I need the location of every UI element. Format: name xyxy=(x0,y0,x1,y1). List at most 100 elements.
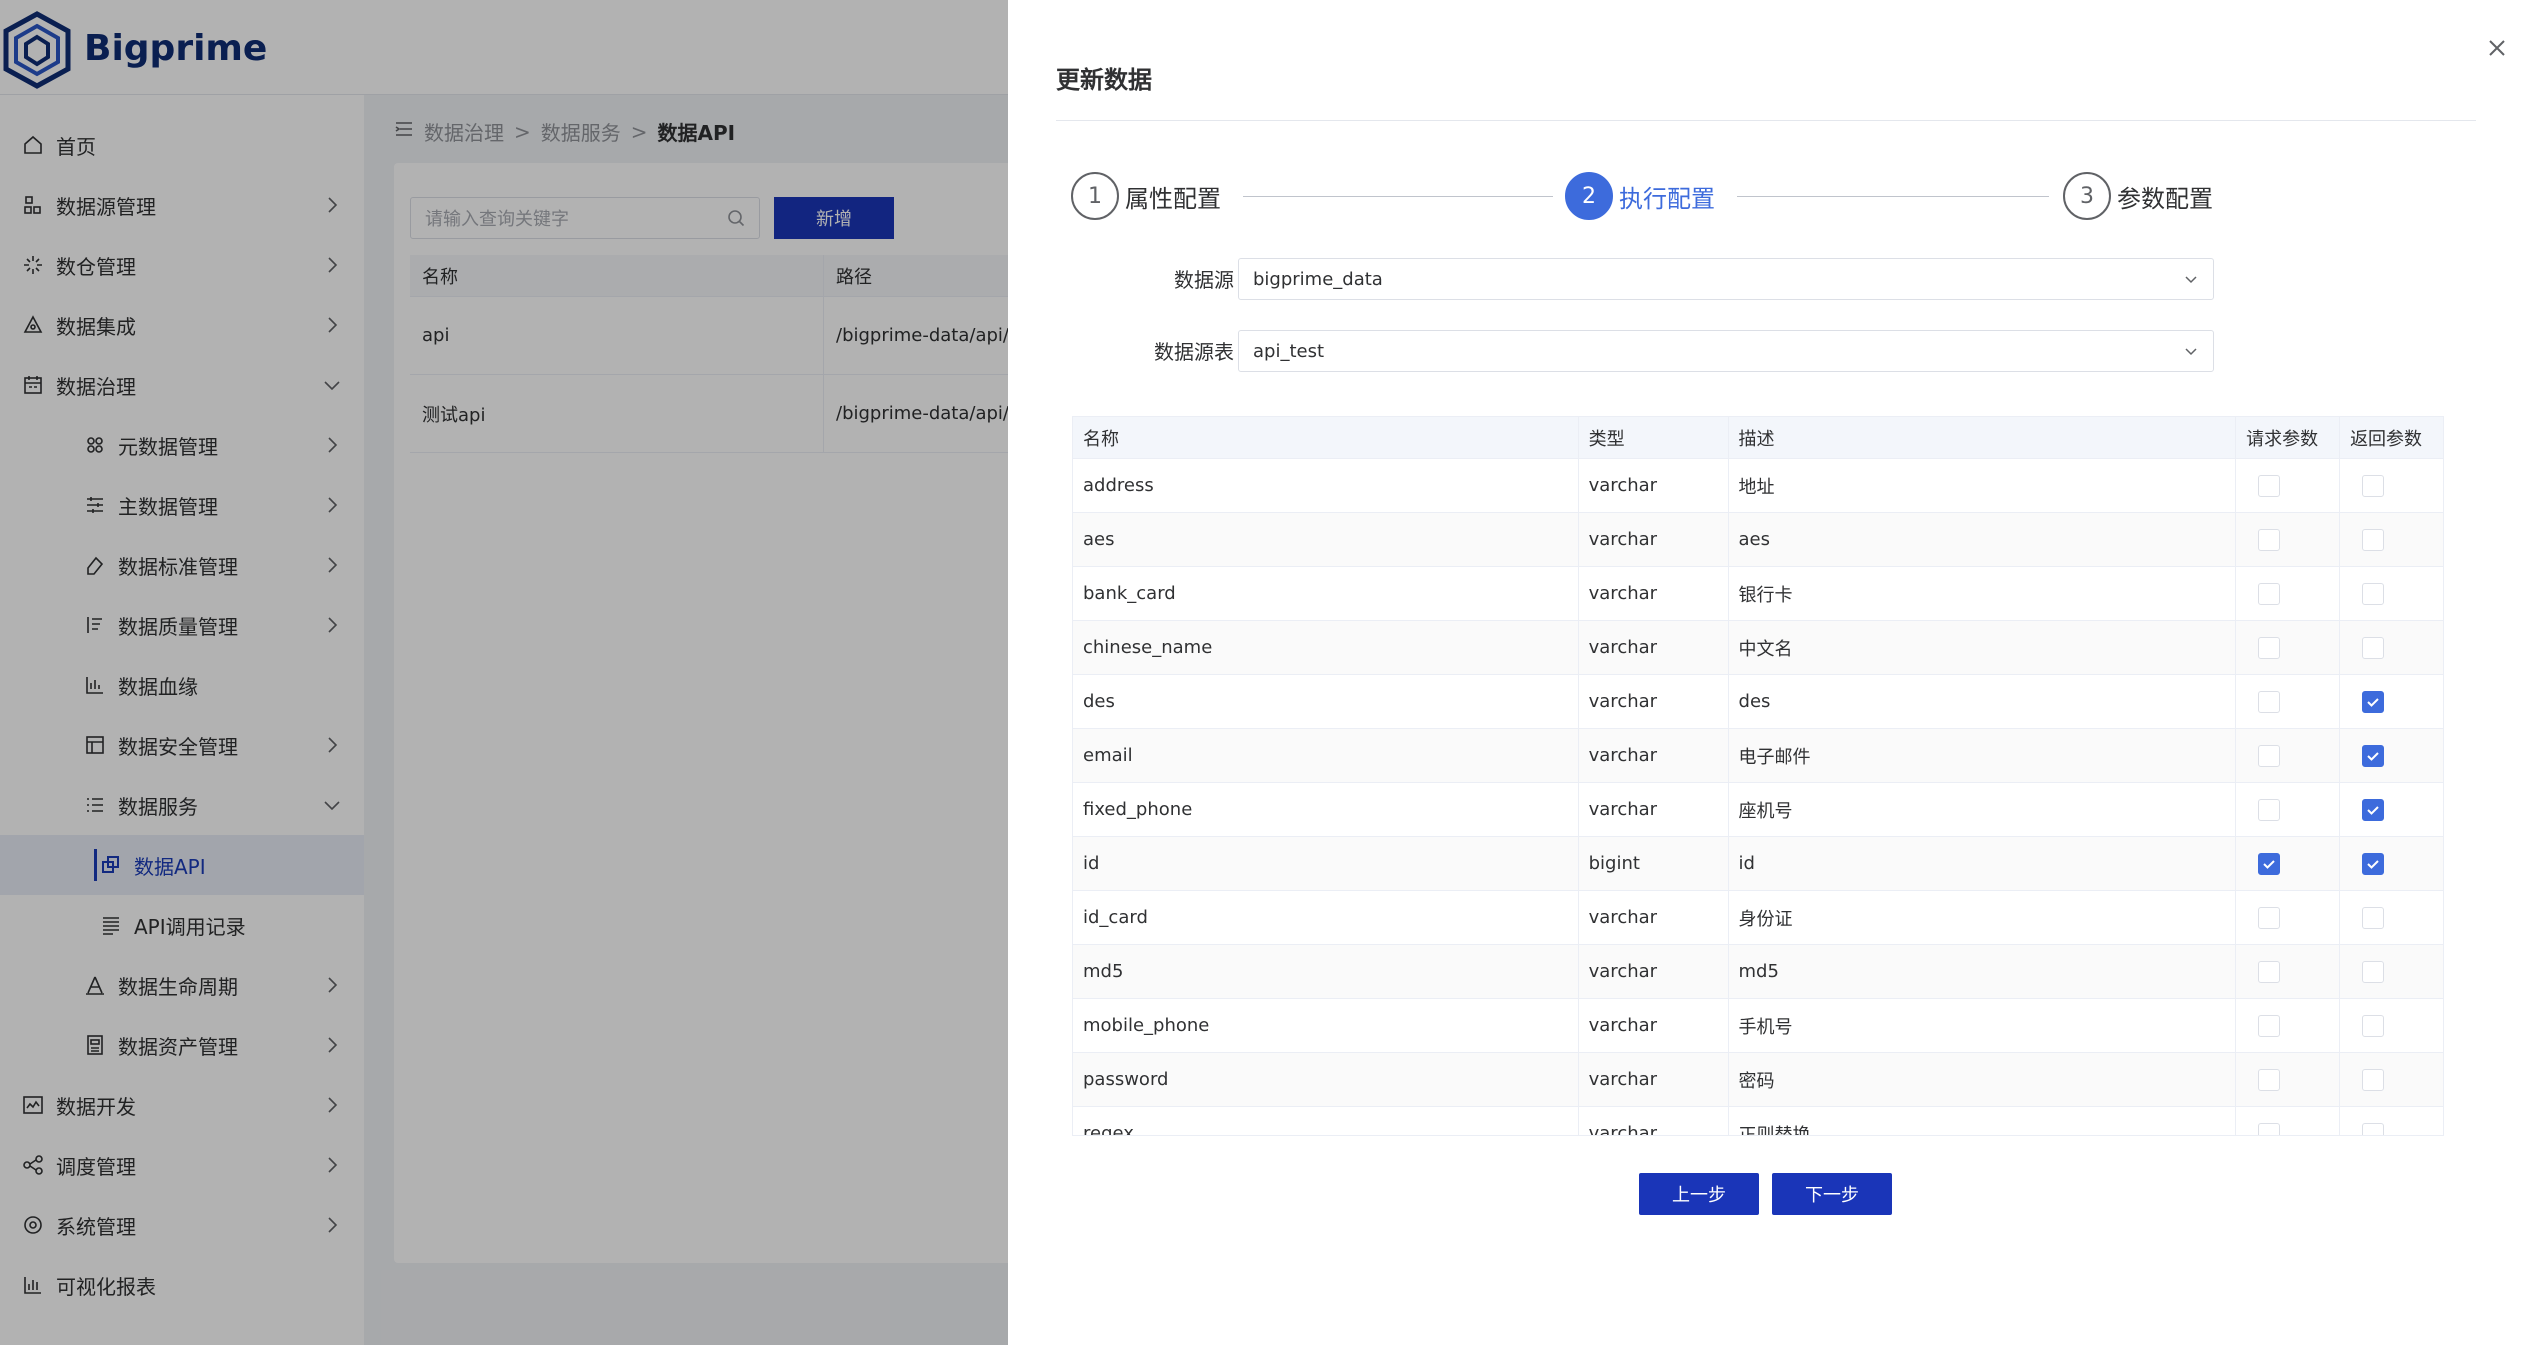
return-param-checkbox[interactable] xyxy=(2362,906,2385,929)
return-param-cell xyxy=(2340,837,2444,890)
field-desc-cell: id xyxy=(1729,837,2237,890)
stepper: 1 属性配置 2 执行配置 3 参数配置 xyxy=(1071,172,2221,222)
field-type-cell: varchar xyxy=(1579,999,1729,1052)
column-header: 请求参数 xyxy=(2236,417,2341,458)
field-type-cell: varchar xyxy=(1579,1107,1729,1135)
field-type-cell: varchar xyxy=(1579,729,1729,782)
table-source-select[interactable]: api_test xyxy=(1238,330,2214,372)
return-param-cell xyxy=(2340,567,2444,620)
request-param-checkbox[interactable] xyxy=(2258,1122,2281,1135)
datasource-value: bigprime_data xyxy=(1253,268,1383,290)
field-type-cell: bigint xyxy=(1579,837,1729,890)
request-param-checkbox[interactable] xyxy=(2258,798,2281,821)
column-header: 描述 xyxy=(1729,417,2237,458)
datasource-label: 数据源 xyxy=(1174,268,1234,292)
request-param-checkbox[interactable] xyxy=(2258,474,2281,497)
return-param-checkbox[interactable] xyxy=(2362,582,2385,605)
return-param-cell xyxy=(2340,729,2444,782)
field-name-cell: des xyxy=(1073,675,1579,728)
field-name-cell: password xyxy=(1073,1053,1579,1106)
field-desc-cell: 身份证 xyxy=(1729,891,2237,944)
return-param-checkbox[interactable] xyxy=(2362,528,2385,551)
field-desc-cell: 中文名 xyxy=(1729,621,2237,674)
return-param-checkbox[interactable] xyxy=(2362,852,2385,875)
field-desc-cell: 密码 xyxy=(1729,1053,2237,1106)
return-param-checkbox[interactable] xyxy=(2362,798,2385,821)
return-param-checkbox[interactable] xyxy=(2362,636,2385,659)
table-row: id bigint id xyxy=(1073,837,2444,891)
field-name-cell: fixed_phone xyxy=(1073,783,1579,836)
field-name-cell: address xyxy=(1073,459,1579,512)
request-param-checkbox[interactable] xyxy=(2258,960,2281,983)
step-2[interactable]: 2 执行配置 xyxy=(1565,172,1715,220)
update-drawer: 更新数据 1 属性配置 2 执行配置 3 参数配置 数据源 bigprime_d… xyxy=(1008,0,2541,1345)
request-param-checkbox[interactable] xyxy=(2258,852,2281,875)
table-row: regex varchar 正则替换 xyxy=(1073,1107,2444,1135)
request-param-checkbox[interactable] xyxy=(2258,582,2281,605)
close-icon[interactable] xyxy=(2483,34,2511,62)
step-label: 参数配置 xyxy=(2117,184,2213,213)
table-row: des varchar des xyxy=(1073,675,2444,729)
return-param-checkbox[interactable] xyxy=(2362,690,2385,713)
table-row: md5 varchar md5 xyxy=(1073,945,2444,999)
field-type-cell: varchar xyxy=(1579,621,1729,674)
return-param-cell xyxy=(2340,891,2444,944)
field-type-cell: varchar xyxy=(1579,945,1729,998)
step-label: 执行配置 xyxy=(1619,184,1715,213)
column-header: 返回参数 xyxy=(2340,417,2444,458)
return-param-checkbox[interactable] xyxy=(2362,1122,2385,1135)
field-desc-cell: 地址 xyxy=(1729,459,2237,512)
request-param-checkbox[interactable] xyxy=(2258,690,2281,713)
table-row: password varchar 密码 xyxy=(1073,1053,2444,1107)
chevron-down-icon xyxy=(2185,276,2197,284)
next-step-button[interactable]: 下一步 xyxy=(1772,1173,1892,1215)
request-param-cell xyxy=(2236,567,2341,620)
request-param-checkbox[interactable] xyxy=(2258,906,2281,929)
table-row: address varchar 地址 xyxy=(1073,459,2444,513)
field-name-cell: md5 xyxy=(1073,945,1579,998)
request-param-checkbox[interactable] xyxy=(2258,636,2281,659)
field-type-cell: varchar xyxy=(1579,513,1729,566)
column-header: 名称 xyxy=(1073,417,1579,458)
return-param-cell xyxy=(2340,783,2444,836)
prev-step-button[interactable]: 上一步 xyxy=(1639,1173,1759,1215)
return-param-checkbox[interactable] xyxy=(2362,960,2385,983)
request-param-checkbox[interactable] xyxy=(2258,744,2281,767)
return-param-cell xyxy=(2340,999,2444,1052)
return-param-cell xyxy=(2340,945,2444,998)
drawer-title: 更新数据 xyxy=(1056,66,1152,94)
field-name-cell: id_card xyxy=(1073,891,1579,944)
return-param-checkbox[interactable] xyxy=(2362,1068,2385,1091)
step-label: 属性配置 xyxy=(1125,184,1221,213)
field-desc-cell: 正则替换 xyxy=(1729,1107,2237,1135)
step-number: 2 xyxy=(1565,172,1613,220)
request-param-checkbox[interactable] xyxy=(2258,528,2281,551)
return-param-checkbox[interactable] xyxy=(2362,1014,2385,1037)
request-param-cell xyxy=(2236,1053,2341,1106)
return-param-cell xyxy=(2340,621,2444,674)
field-name-cell: id xyxy=(1073,837,1579,890)
table-row: id_card varchar 身份证 xyxy=(1073,891,2444,945)
request-param-checkbox[interactable] xyxy=(2258,1014,2281,1037)
step-1[interactable]: 1 属性配置 xyxy=(1071,172,1221,220)
table-row: aes varchar aes xyxy=(1073,513,2444,567)
field-name-cell: chinese_name xyxy=(1073,621,1579,674)
table-row: bank_card varchar 银行卡 xyxy=(1073,567,2444,621)
request-param-cell xyxy=(2236,945,2341,998)
return-param-cell xyxy=(2340,1107,2444,1135)
return-param-checkbox[interactable] xyxy=(2362,744,2385,767)
request-param-checkbox[interactable] xyxy=(2258,1068,2281,1091)
field-desc-cell: 座机号 xyxy=(1729,783,2237,836)
field-desc-cell: 银行卡 xyxy=(1729,567,2237,620)
field-type-cell: varchar xyxy=(1579,675,1729,728)
step-number: 1 xyxy=(1071,172,1119,220)
field-type-cell: varchar xyxy=(1579,1053,1729,1106)
field-type-cell: varchar xyxy=(1579,459,1729,512)
request-param-cell xyxy=(2236,459,2341,512)
field-table: 名称 类型 描述 请求参数 返回参数 address varchar 地址 aes va… xyxy=(1072,416,2444,1136)
datasource-select[interactable]: bigprime_data xyxy=(1238,258,2214,300)
column-header: 类型 xyxy=(1579,417,1729,458)
request-param-cell xyxy=(2236,891,2341,944)
return-param-checkbox[interactable] xyxy=(2362,474,2385,497)
step-3[interactable]: 3 参数配置 xyxy=(2063,172,2213,220)
